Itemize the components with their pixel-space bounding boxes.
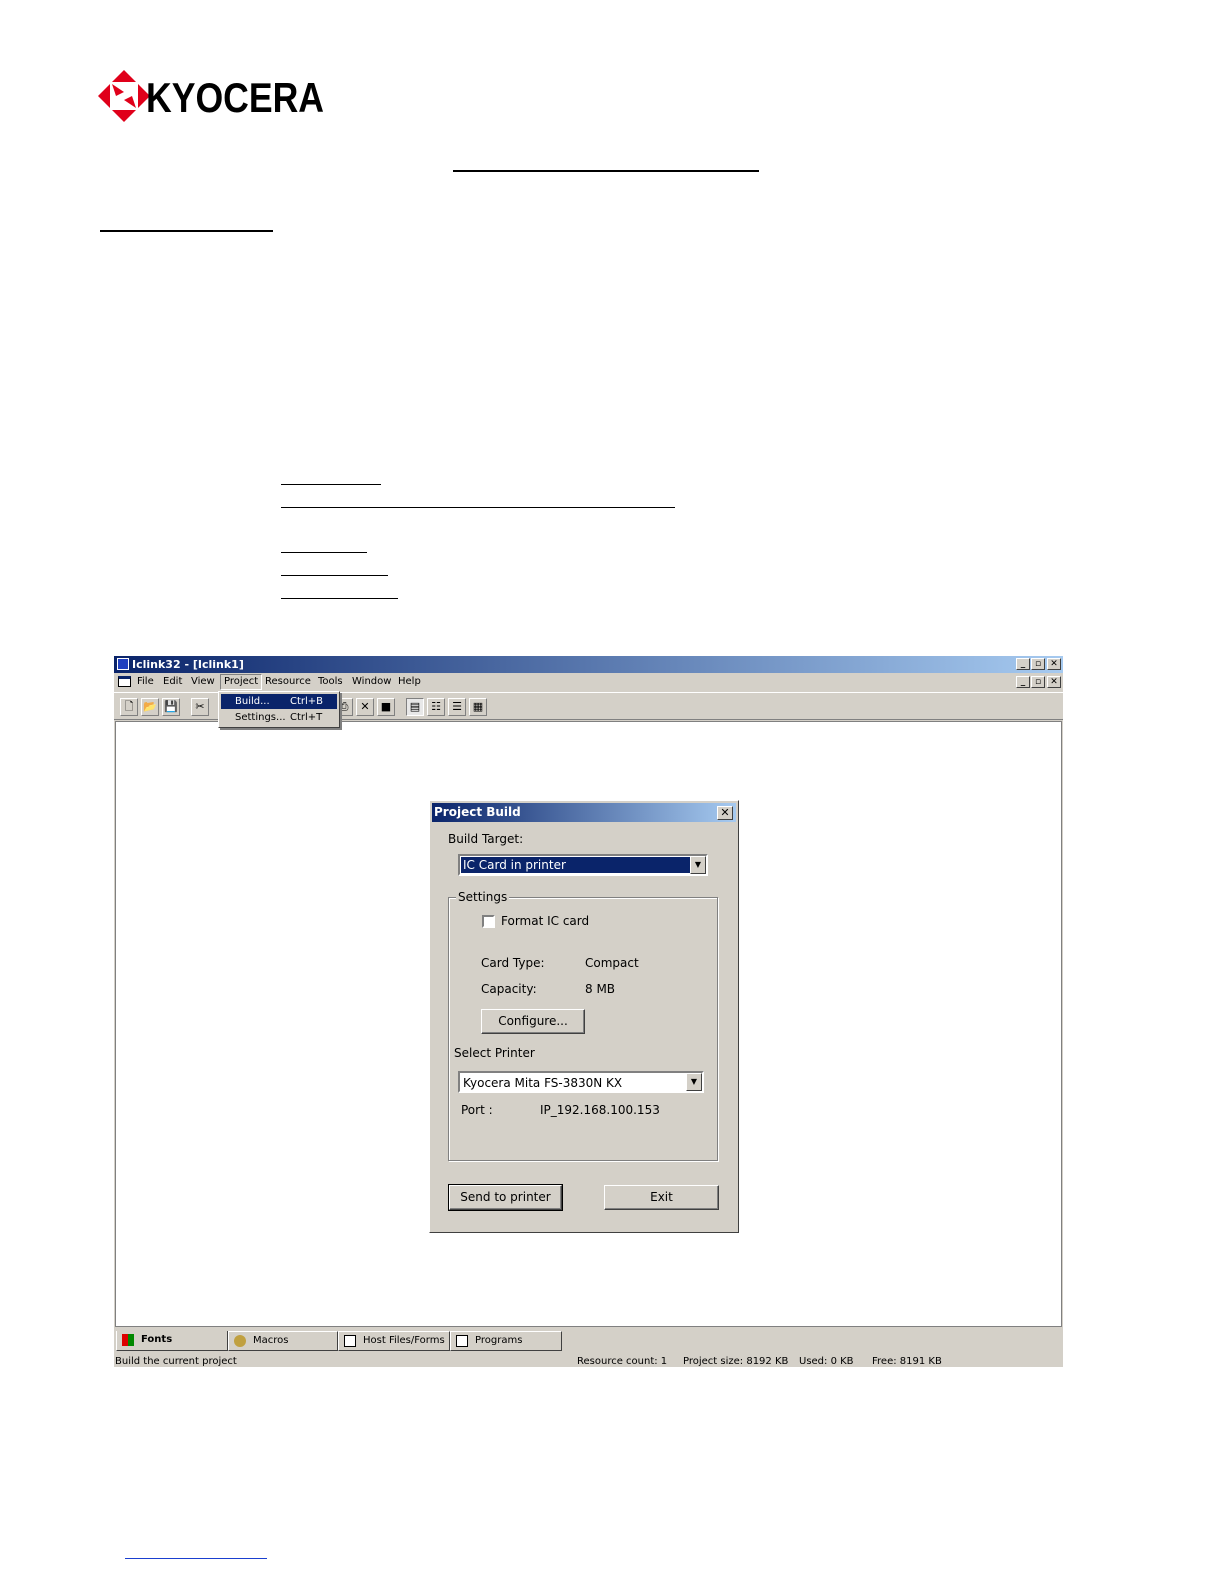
printer-value: Kyocera Mita FS-3830N KX	[463, 1076, 623, 1090]
printer-chevron-down-icon[interactable]: ▼	[686, 1073, 702, 1091]
dialog-title: Project Build	[434, 805, 521, 819]
child-close-icon[interactable]: ✕	[1047, 676, 1061, 688]
menu-bar: File Edit View Project Resource Tools Wi…	[114, 673, 1063, 691]
status-project-size: Project size: 8192 KB	[683, 1356, 789, 1367]
select-printer-label: Select Printer	[454, 1046, 535, 1060]
menu-item-settings[interactable]: Settings... Ctrl+T	[221, 710, 337, 725]
macros-icon	[234, 1335, 246, 1347]
send-to-printer-button[interactable]: Send to printer	[448, 1184, 563, 1211]
window-titlebar: Iclink32 - [Iclink1] _ ▫ ✕	[114, 656, 1063, 673]
kyocera-logo: KYOCERA	[98, 70, 328, 122]
exit-button[interactable]: Exit	[604, 1185, 719, 1210]
list-underline-4	[281, 575, 388, 576]
child-minimize-icon[interactable]: _	[1016, 676, 1030, 688]
logo-wordmark: KYOCERA	[146, 74, 324, 121]
printer-select[interactable]: Kyocera Mita FS-3830N KX ▼	[458, 1071, 704, 1093]
save-icon[interactable]: 💾	[162, 698, 180, 716]
status-resource-count: Resource count: 1	[577, 1356, 668, 1367]
child-restore-icon[interactable]: ▫	[1031, 676, 1045, 688]
menu-tools[interactable]: Tools	[318, 676, 343, 688]
list-view-icon[interactable]: ☰	[448, 698, 466, 716]
programs-icon	[456, 1335, 468, 1347]
fonts-icon	[122, 1334, 134, 1346]
minimize-icon[interactable]: _	[1016, 658, 1030, 670]
menu-help[interactable]: Help	[398, 676, 421, 688]
forms-icon	[344, 1335, 356, 1347]
format-ic-card-label[interactable]: Format IC card	[501, 914, 589, 928]
new-file-icon[interactable]: 🗋	[120, 698, 138, 716]
build-target-value: IC Card in printer	[461, 857, 691, 873]
tab-host-files-forms[interactable]: Host Files/Forms	[338, 1331, 450, 1351]
settings-label: Settings	[456, 890, 510, 904]
port-label: Port :	[461, 1103, 493, 1117]
status-used: Used: 0 KB	[799, 1356, 854, 1367]
menu-view[interactable]: View	[191, 676, 215, 688]
menu-edit[interactable]: Edit	[163, 676, 182, 688]
build-target-label: Build Target:	[448, 832, 524, 846]
footer-link-underline	[125, 1558, 267, 1559]
chevron-down-icon[interactable]: ▼	[690, 856, 706, 874]
menu-resource[interactable]: Resource	[265, 676, 311, 688]
project-menu-dropdown: Build... Ctrl+B Settings... Ctrl+T	[218, 691, 340, 728]
close-icon[interactable]: ✕	[1047, 658, 1061, 670]
project-build-dialog: Project Build ✕ Build Target: IC Card in…	[429, 800, 739, 1233]
list-underline-5	[281, 598, 398, 599]
window-title: Iclink32 - [Iclink1]	[132, 658, 244, 671]
card-type-label: Card Type:	[481, 956, 545, 970]
dialog-close-icon[interactable]: ✕	[717, 806, 733, 820]
build-target-select[interactable]: IC Card in printer ▼	[458, 854, 708, 876]
properties-icon[interactable]: ■	[377, 698, 395, 716]
menu-item-build[interactable]: Build... Ctrl+B	[221, 694, 337, 709]
menu-file[interactable]: File	[137, 676, 154, 688]
capacity-label: Capacity:	[481, 982, 537, 996]
heading-underline	[453, 170, 759, 172]
dialog-titlebar: Project Build ✕	[432, 803, 736, 822]
tab-programs[interactable]: Programs	[450, 1331, 562, 1351]
menu-project[interactable]: Project	[220, 674, 263, 690]
details-view-icon[interactable]: ▦	[469, 698, 487, 716]
status-hint: Build the current project	[115, 1356, 237, 1367]
capacity-value: 8 MB	[585, 982, 616, 996]
port-value: IP_192.168.100.153	[540, 1103, 660, 1117]
section-underline	[100, 230, 273, 232]
document-icon	[118, 676, 131, 687]
app-icon	[117, 658, 129, 670]
tab-fonts[interactable]: Fonts	[116, 1331, 228, 1351]
format-ic-card-checkbox[interactable]	[482, 915, 495, 928]
kyocera-logo-mark: KYOCERA	[98, 70, 324, 122]
menu-window[interactable]: Window	[352, 676, 391, 688]
tab-macros[interactable]: Macros	[228, 1331, 338, 1351]
large-icons-view-icon[interactable]: ▤	[406, 698, 424, 716]
open-folder-icon[interactable]: 📂	[141, 698, 159, 716]
small-icons-view-icon[interactable]: ☷	[427, 698, 445, 716]
delete-icon[interactable]: ✕	[356, 698, 374, 716]
status-free: Free: 8191 KB	[872, 1356, 942, 1367]
card-type-value: Compact	[585, 956, 639, 970]
restore-icon[interactable]: ▫	[1031, 658, 1045, 670]
list-underline-1	[281, 484, 381, 485]
configure-button[interactable]: Configure...	[481, 1009, 585, 1034]
list-underline-3	[281, 552, 367, 553]
list-underline-2	[281, 507, 675, 508]
cut-icon[interactable]: ✂	[191, 698, 209, 716]
